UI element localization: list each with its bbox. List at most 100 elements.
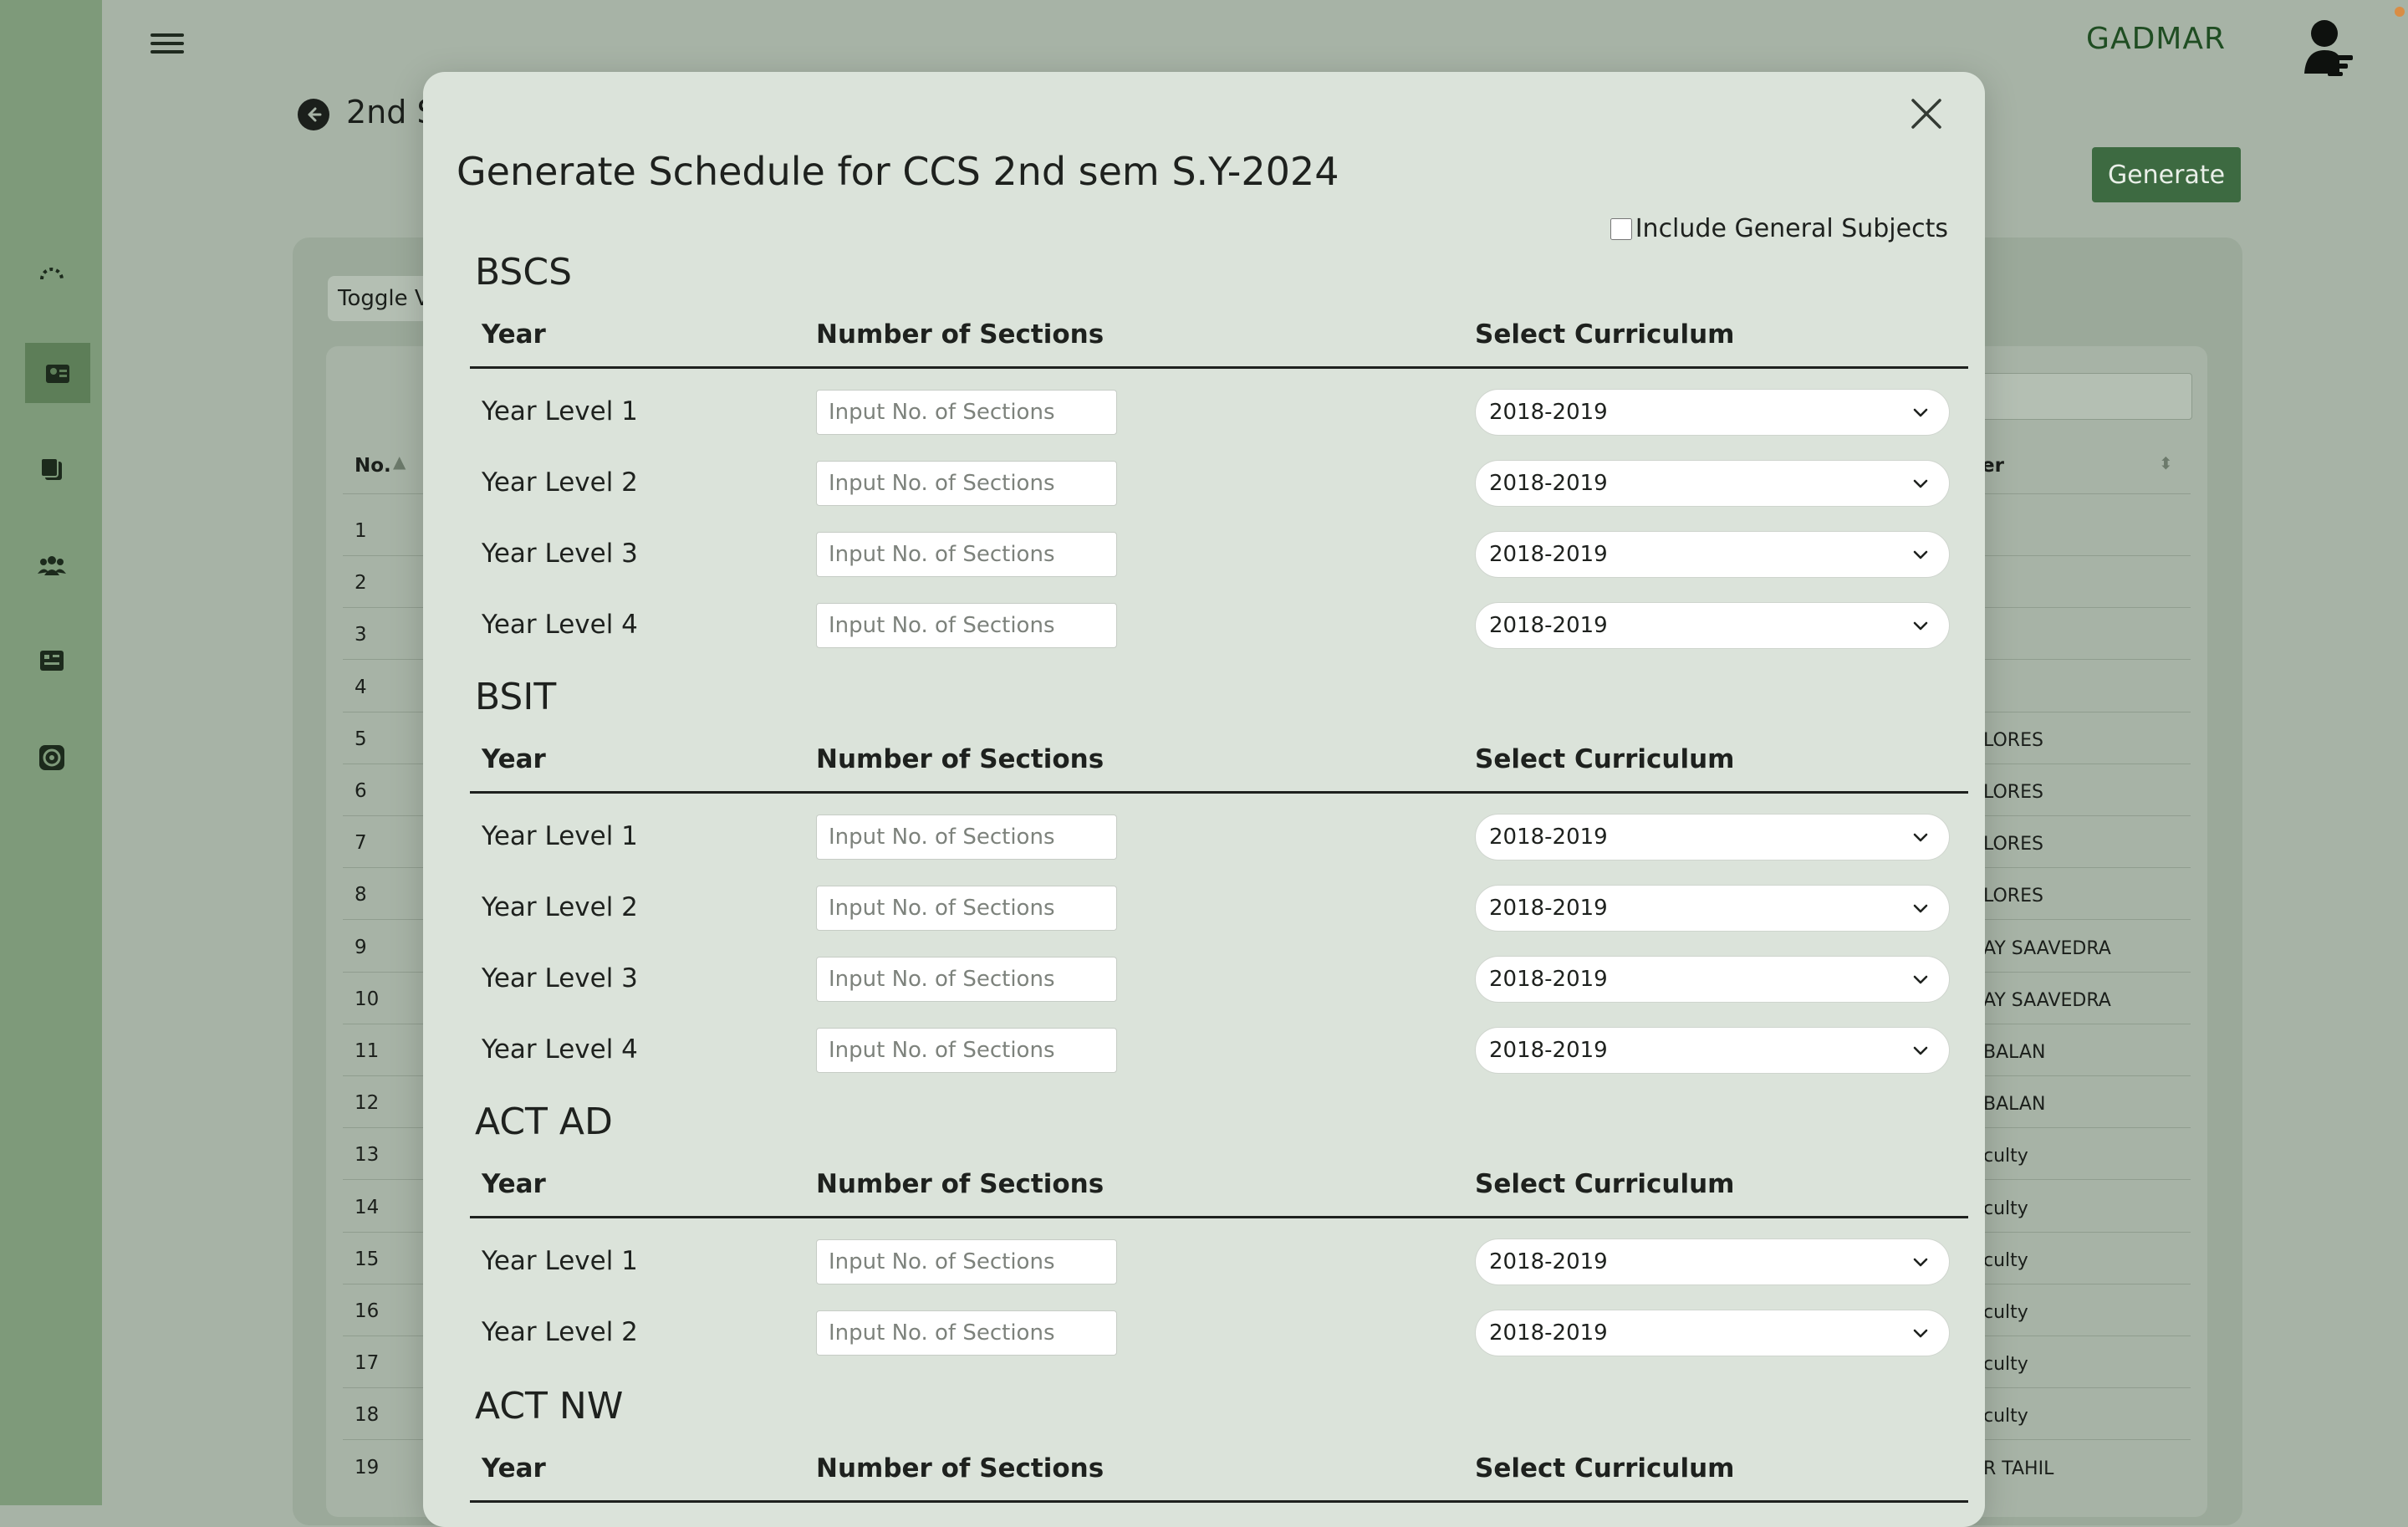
sections-input[interactable]: [816, 603, 1117, 648]
column-header-sections: Number of Sections: [816, 1453, 1105, 1484]
chevron-down-icon: [1913, 408, 1928, 417]
sort-icon[interactable]: ⬍: [2159, 453, 2173, 473]
curriculum-value: 2018-2019: [1489, 400, 1608, 425]
table-row-number: 3: [355, 624, 367, 646]
curriculum-select[interactable]: 2018-2019: [1475, 885, 1950, 932]
table-row-cell: LORES: [1983, 834, 2043, 855]
notification-dot: [2395, 7, 2405, 17]
sections-input[interactable]: [816, 957, 1117, 1002]
include-general-label: Include General Subjects: [1635, 214, 1948, 243]
year-level-label: Year Level 4: [482, 1034, 638, 1065]
column-header-no[interactable]: No.: [355, 455, 391, 477]
column-header-sections: Number of Sections: [816, 319, 1105, 350]
column-header-year: Year: [482, 1453, 546, 1484]
sidebar-item-users[interactable]: [25, 539, 79, 592]
year-level-label: Year Level 3: [482, 539, 638, 569]
curriculum-value: 2018-2019: [1489, 1038, 1608, 1063]
chevron-down-icon: [1913, 550, 1928, 559]
sections-input[interactable]: [816, 815, 1117, 860]
sections-input[interactable]: [816, 1239, 1117, 1284]
table-row-cell: culty: [1983, 1250, 2028, 1271]
program-title: BSCS: [475, 251, 572, 294]
curriculum-select[interactable]: 2018-2019: [1475, 814, 1950, 861]
curriculum-select[interactable]: 2018-2019: [1475, 531, 1950, 578]
curriculum-value: 2018-2019: [1489, 542, 1608, 567]
chevron-down-icon: [1913, 1329, 1928, 1338]
table-row-cell: AY SAAVEDRA: [1983, 990, 2111, 1011]
sections-input[interactable]: [816, 886, 1117, 931]
table-row-number: 2: [355, 572, 367, 594]
table-row-number: 14: [355, 1197, 380, 1218]
include-general-subjects[interactable]: Include General Subjects: [1610, 214, 1948, 243]
sections-input[interactable]: [816, 1028, 1117, 1073]
close-icon[interactable]: [1905, 92, 1948, 135]
curriculum-select[interactable]: 2018-2019: [1475, 1238, 1950, 1285]
sort-icon[interactable]: ▲: [393, 452, 406, 472]
table-row-cell: culty: [1983, 1406, 2028, 1427]
sections-input[interactable]: [816, 1310, 1117, 1356]
chevron-down-icon: [1913, 1046, 1928, 1055]
header-divider: [470, 791, 1968, 794]
curriculum-select[interactable]: 2018-2019: [1475, 1027, 1950, 1074]
year-level-label: Year Level 2: [482, 892, 638, 922]
sidebar-item-schedule[interactable]: [25, 343, 90, 403]
table-row-number: 15: [355, 1249, 380, 1270]
include-general-checkbox[interactable]: [1610, 217, 1632, 240]
table-row-cell: BALAN: [1983, 1042, 2046, 1063]
hamburger-menu-icon[interactable]: [150, 28, 184, 59]
table-row-number: 5: [355, 728, 367, 750]
sections-input[interactable]: [816, 532, 1117, 577]
column-header-curriculum: Select Curriculum: [1475, 744, 1735, 774]
table-row-number: 8: [355, 884, 367, 906]
header-divider: [470, 1500, 1968, 1503]
program-title: BSIT: [475, 676, 557, 718]
table-row-number: 1: [355, 520, 367, 542]
column-header-year: Year: [482, 1169, 546, 1199]
chevron-down-icon: [1913, 479, 1928, 488]
column-header-year: Year: [482, 319, 546, 350]
users-icon: [38, 556, 66, 575]
column-header-sections: Number of Sections: [816, 744, 1105, 774]
column-header-curriculum: Select Curriculum: [1475, 1169, 1735, 1199]
user-avatar-icon[interactable]: [2299, 18, 2354, 77]
column-header-partial[interactable]: er: [1982, 455, 2004, 477]
back-arrow-icon[interactable]: [298, 99, 329, 130]
column-header-year: Year: [482, 744, 546, 774]
chevron-down-icon: [1913, 1258, 1928, 1267]
sidebar-item-rooms[interactable]: [25, 634, 79, 687]
curriculum-value: 2018-2019: [1489, 1249, 1608, 1274]
curriculum-select[interactable]: 2018-2019: [1475, 602, 1950, 649]
chevron-down-icon: [1913, 904, 1928, 913]
curriculum-value: 2018-2019: [1489, 1320, 1608, 1346]
chevron-down-icon: [1913, 621, 1928, 631]
curriculum-select[interactable]: 2018-2019: [1475, 1310, 1950, 1356]
table-row-number: 9: [355, 937, 367, 958]
curriculum-value: 2018-2019: [1489, 896, 1608, 921]
sidebar-item-files[interactable]: [25, 443, 79, 497]
settings-icon: [39, 745, 64, 770]
year-level-label: Year Level 1: [482, 396, 638, 426]
table-row-cell: LORES: [1983, 782, 2043, 803]
files-icon: [40, 457, 62, 480]
table-row-cell: culty: [1983, 1302, 2028, 1323]
table-row-number: 17: [355, 1352, 380, 1374]
header-divider: [470, 1216, 1968, 1218]
curriculum-select[interactable]: 2018-2019: [1475, 460, 1950, 507]
table-search-input[interactable]: [1982, 373, 2192, 420]
table-row-cell: AY SAAVEDRA: [1983, 938, 2111, 959]
sidebar-item-settings[interactable]: [25, 731, 79, 784]
year-level-label: Year Level 2: [482, 467, 638, 498]
loading-icon: [25, 249, 79, 303]
sections-input[interactable]: [816, 461, 1117, 506]
curriculum-select[interactable]: 2018-2019: [1475, 389, 1950, 436]
year-level-label: Year Level 3: [482, 963, 638, 993]
program-title: ACT NW: [475, 1385, 624, 1427]
rooms-icon: [40, 651, 64, 671]
generate-button[interactable]: Generate: [2092, 147, 2241, 202]
sections-input[interactable]: [816, 390, 1117, 435]
table-row-cell: culty: [1983, 1198, 2028, 1219]
curriculum-select[interactable]: 2018-2019: [1475, 956, 1950, 1003]
curriculum-value: 2018-2019: [1489, 471, 1608, 496]
year-level-label: Year Level 4: [482, 610, 638, 640]
chevron-down-icon: [1913, 833, 1928, 842]
